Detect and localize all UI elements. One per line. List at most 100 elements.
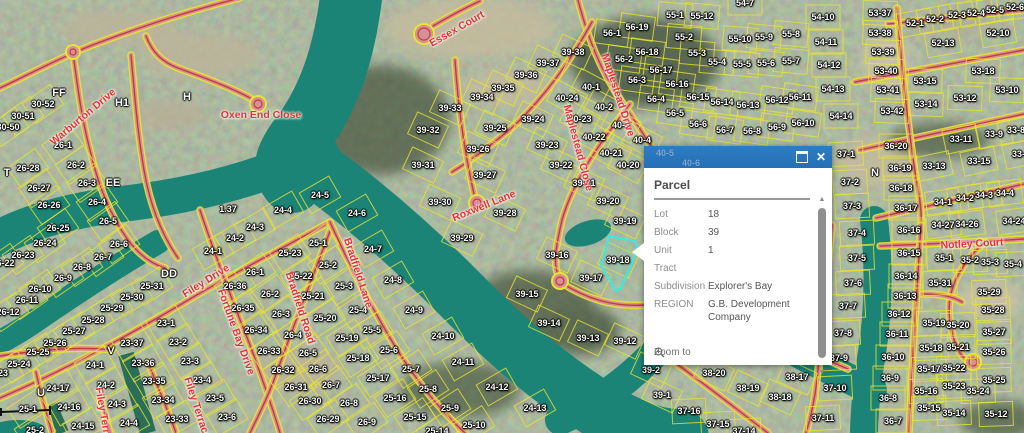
lot-label[interactable]: 25-9: [441, 403, 459, 413]
lot-label[interactable]: 30-50: [0, 122, 20, 132]
lot-label[interactable]: 25-1: [19, 404, 37, 414]
lot-label[interactable]: 40-22: [582, 132, 605, 142]
lot-label[interactable]: 23-5: [206, 393, 224, 403]
lot-label[interactable]: 26-1: [246, 267, 264, 277]
lot-label[interactable]: 26-22: [0, 258, 15, 268]
lot-label[interactable]: 38-17: [785, 372, 808, 382]
lot-label[interactable]: 53-41: [876, 85, 899, 95]
lot-label[interactable]: 52-1: [906, 18, 924, 28]
lot-label[interactable]: 34-24: [1002, 216, 1024, 226]
lot-label[interactable]: 39-2: [642, 365, 660, 375]
scrollbar-thumb[interactable]: [818, 208, 826, 358]
lot-label[interactable]: 26-4: [284, 330, 302, 340]
lot-label[interactable]: 25-31: [140, 281, 163, 291]
lot-label[interactable]: 35-28: [981, 305, 1004, 315]
lot-label[interactable]: 26-9: [54, 273, 72, 283]
lot-label[interactable]: 35-3: [981, 257, 999, 267]
scroll-up-icon[interactable]: ▲: [817, 196, 827, 203]
lot-label[interactable]: 26-26: [37, 200, 60, 210]
lot-label[interactable]: 25-20: [313, 313, 336, 323]
lot-label[interactable]: 26-32: [271, 365, 294, 375]
lot-label[interactable]: 33-8: [1007, 125, 1024, 135]
lot-label[interactable]: 55-8: [782, 29, 800, 39]
lot-label[interactable]: 25-16: [383, 393, 406, 403]
lot-label[interactable]: 24-4: [274, 205, 292, 215]
lot-label[interactable]: 25-28: [81, 315, 104, 325]
lot-label[interactable]: 54-10: [811, 12, 834, 22]
lot-label[interactable]: 40-2: [595, 102, 613, 112]
lot-label[interactable]: 39-38: [561, 47, 584, 57]
lot-label[interactable]: 36-19: [888, 163, 911, 173]
map-viewport[interactable]: 30-5230-5130-50FFH1HTEE26-126-226-326-42…: [0, 0, 1024, 433]
lot-label[interactable]: 35-23: [942, 381, 965, 391]
lot-label[interactable]: 40-20: [616, 160, 639, 170]
lot-label[interactable]: 36-9: [881, 373, 899, 383]
lot-label[interactable]: 25-7: [402, 364, 420, 374]
lot-label[interactable]: 39-26: [466, 144, 489, 154]
lot-label[interactable]: 34-4: [996, 188, 1014, 198]
lot-label[interactable]: 34-27: [931, 220, 954, 230]
lot-label[interactable]: 23-2: [169, 337, 187, 347]
lot-label[interactable]: 38-20: [702, 368, 725, 378]
lot-label[interactable]: 56-8: [743, 126, 761, 136]
lot-label[interactable]: 35-1: [935, 253, 953, 263]
lot-label[interactable]: 56-6: [689, 119, 707, 129]
lot-label[interactable]: 25-23: [278, 248, 301, 258]
lot-label[interactable]: 52-10: [986, 28, 1009, 38]
lot-label[interactable]: 56-2: [615, 54, 633, 64]
lot-label[interactable]: 53-14: [914, 99, 937, 109]
lot-label[interactable]: 54-7: [736, 0, 754, 8]
lot-label[interactable]: 52-3: [948, 10, 966, 20]
lot-label[interactable]: 25-18: [346, 353, 369, 363]
lot-label[interactable]: 39-32: [416, 125, 439, 135]
lot-label[interactable]: 56-15: [686, 92, 709, 102]
lot-label[interactable]: 56-18: [635, 47, 658, 57]
lot-label[interactable]: 56-4: [647, 94, 665, 104]
lot-label[interactable]: 56-12: [765, 95, 788, 105]
popup-scrollbar[interactable]: ▲ ▼: [817, 196, 827, 376]
lot-label[interactable]: 37-3: [843, 201, 861, 211]
lot-label[interactable]: 26-31: [284, 382, 307, 392]
lot-label[interactable]: 39-29: [450, 233, 473, 243]
popup-titlebar[interactable]: 40-540-6 ✕: [644, 146, 832, 168]
lot-label[interactable]: 26-3: [78, 178, 96, 188]
lot-label[interactable]: 24-8: [384, 275, 402, 285]
lot-label[interactable]: 24-1: [204, 246, 222, 256]
lot-label[interactable]: 36-17: [894, 203, 917, 213]
lot-label[interactable]: 56-1: [603, 28, 621, 38]
lot-label[interactable]: 40-24: [555, 93, 578, 103]
lot-label[interactable]: 35-17: [917, 364, 940, 374]
lot-label[interactable]: 56-10: [791, 118, 814, 128]
lot-label[interactable]: 35-18: [919, 343, 942, 353]
lot-label[interactable]: 24-7: [364, 244, 382, 254]
lot-label[interactable]: 25-24: [7, 359, 30, 369]
lot-label[interactable]: 23-1: [157, 318, 175, 328]
lot-label[interactable]: 40-1: [582, 82, 600, 92]
lot-label[interactable]: 39-19: [613, 216, 636, 226]
lot-label[interactable]: 26-30: [298, 396, 321, 406]
lot-label[interactable]: 26-2: [261, 289, 279, 299]
lot-label[interactable]: 35-29: [977, 287, 1000, 297]
lot-label[interactable]: 56-11: [789, 92, 812, 102]
lot-label[interactable]: 37-6: [844, 278, 862, 288]
lot-label[interactable]: 23-6: [218, 412, 236, 422]
lot-label[interactable]: 55-4: [708, 57, 726, 67]
lot-label[interactable]: 24-3: [108, 399, 126, 409]
lot-label[interactable]: 24-16: [57, 402, 80, 412]
lot-label[interactable]: 55-1: [666, 10, 684, 20]
lot-label[interactable]: 39-24: [521, 114, 544, 124]
lot-label[interactable]: 56-16: [665, 79, 688, 89]
lot-label[interactable]: 26-2: [67, 160, 85, 170]
lot-label[interactable]: 39-1: [653, 390, 671, 400]
lot-label[interactable]: 37-5: [848, 253, 866, 263]
lot-label[interactable]: 25-10: [462, 420, 485, 430]
lot-label[interactable]: 56-3: [628, 75, 646, 85]
lot-label[interactable]: 26-5: [99, 216, 117, 226]
lot-label[interactable]: 39-33: [438, 103, 461, 113]
lot-label[interactable]: 40-21: [599, 148, 622, 158]
lot-label[interactable]: 23-37: [120, 338, 143, 348]
lot-label[interactable]: 55-10: [728, 34, 751, 44]
lot-label[interactable]: 38-18: [768, 392, 791, 402]
lot-label[interactable]: 40-4: [633, 135, 651, 145]
lot-label[interactable]: 35-27: [982, 327, 1005, 337]
